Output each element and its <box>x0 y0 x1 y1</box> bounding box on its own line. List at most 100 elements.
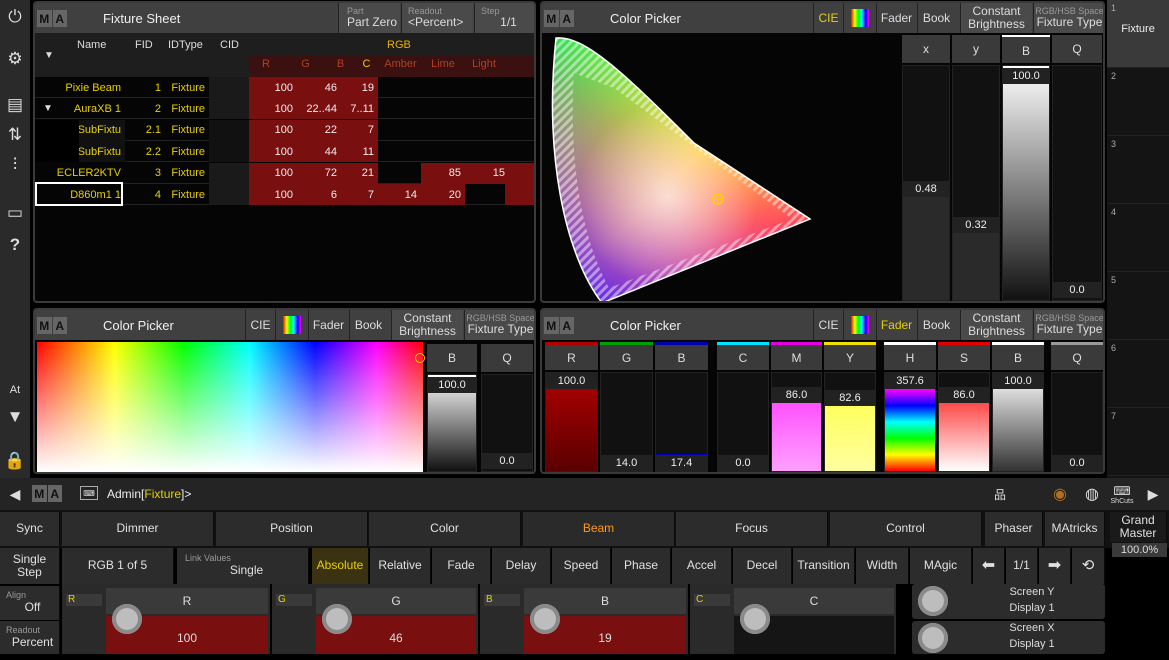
ma-logo[interactable]: MA <box>544 10 574 27</box>
mode-width[interactable]: Width <box>856 548 909 584</box>
colors-icon[interactable] <box>843 310 875 340</box>
fader-c[interactable]: 0.0 <box>717 372 769 472</box>
collapse-all-icon[interactable]: ▼ <box>39 47 59 63</box>
table-row[interactable]: Pixie Beam 1 Fixture 100 46 19 <box>35 77 534 98</box>
fader-y[interactable]: 82.6 <box>824 372 876 472</box>
screen-x-knob[interactable] <box>918 623 948 653</box>
slider-y[interactable]: 0.32 <box>952 65 1000 301</box>
readout-encoder-button[interactable]: Readout Percent <box>0 621 60 654</box>
page-left-arrow-icon[interactable]: ⬅ <box>973 548 1005 584</box>
rgb-feature-button[interactable]: RGB 1 of 5 <box>62 548 174 584</box>
subheader-light[interactable]: Light <box>465 58 503 70</box>
mode-speed[interactable]: Speed <box>552 548 611 584</box>
ma-logo[interactable]: MA <box>32 485 62 502</box>
part-button[interactable]: Part Part Zero <box>338 3 400 33</box>
feature-control[interactable]: Control <box>830 512 982 546</box>
expand-icon[interactable]: ▼ <box>41 101 55 115</box>
tab-book[interactable]: Book <box>917 3 955 33</box>
feature-dimmer[interactable]: Dimmer <box>62 512 214 546</box>
mode-accel[interactable]: Accel <box>672 548 732 584</box>
phaser-button[interactable]: Phaser <box>985 512 1043 546</box>
shortcuts-button[interactable]: ⌨ ShCuts <box>1108 480 1136 508</box>
feature-beam[interactable]: Beam <box>523 512 675 546</box>
fader-s[interactable]: 86.0 <box>938 372 990 472</box>
screen-x-encoder[interactable]: Screen X Display 1 <box>912 621 1105 654</box>
tune-icon[interactable]: ⫶ <box>0 150 30 180</box>
encoder-b[interactable]: B B 19 <box>480 584 688 654</box>
encoder-knob[interactable] <box>322 604 352 634</box>
slider-b[interactable]: 100.0 <box>427 374 477 472</box>
encoder-c[interactable]: CC <box>690 584 896 654</box>
constant-brightness-button[interactable]: Constant Brightness <box>960 310 1032 340</box>
constant-brightness-button[interactable]: Constant Brightness <box>960 3 1032 33</box>
fader-h[interactable]: 357.6 <box>884 372 936 472</box>
colors-icon[interactable] <box>843 3 875 33</box>
tab-book[interactable]: Book <box>349 310 387 340</box>
table-row[interactable]: ▼ AuraXB 1 2 Fixture 100 22..44 7..11 <box>35 98 534 120</box>
forward-arrow-icon[interactable]: ▶ <box>1142 484 1164 504</box>
align-button[interactable]: Align Off <box>0 586 60 620</box>
screen-y-knob[interactable] <box>918 586 948 616</box>
mode-magic[interactable]: MAgic <box>910 548 972 584</box>
filter-icon[interactable]: ▼ <box>0 402 30 432</box>
table-row[interactable]: SubFixtu 2.2 Fixture 100 44 11 <box>35 141 534 163</box>
fader-b[interactable]: 17.4 <box>655 372 708 472</box>
slider-x[interactable]: 0.48 <box>902 65 950 301</box>
executor-2[interactable]: 2 <box>1107 68 1169 136</box>
subheader-b[interactable]: B <box>328 58 353 70</box>
encoder-r[interactable]: R R 100 <box>62 584 270 654</box>
sync-button[interactable]: Sync <box>0 512 60 546</box>
executor-5[interactable]: 5 <box>1107 272 1169 340</box>
spectrum-cursor-icon[interactable] <box>415 353 425 363</box>
ma-logo[interactable]: MA <box>37 10 67 27</box>
ma-logo[interactable]: MA <box>37 317 67 334</box>
cie-diagram[interactable] <box>544 33 814 303</box>
feature-color[interactable]: Color <box>369 512 521 546</box>
executor-1[interactable]: 1 Fixture <box>1107 0 1169 68</box>
faders-icon[interactable]: ⇅ <box>0 120 30 150</box>
keyboard-icon[interactable]: ⌨ <box>80 486 98 500</box>
subheader-amber[interactable]: Amber <box>380 58 421 70</box>
col-header-idtype[interactable]: IDType <box>168 39 203 51</box>
mode-phase[interactable]: Phase <box>612 548 671 584</box>
tab-fader[interactable]: Fader <box>308 310 348 340</box>
tab-fader[interactable]: Fader <box>876 3 916 33</box>
constant-brightness-button[interactable]: Constant Brightness <box>391 310 463 340</box>
subheader-g[interactable]: G <box>283 58 328 70</box>
help-icon[interactable]: ? <box>0 230 30 260</box>
mode-transition[interactable]: Transition <box>793 548 855 584</box>
feature-focus[interactable]: Focus <box>676 512 828 546</box>
single-step-button[interactable]: Single Step <box>0 548 60 584</box>
table-row[interactable]: SubFixtu 2.1 Fixture 100 22 7 <box>35 119 534 141</box>
col-header-cid[interactable]: CID <box>220 39 239 51</box>
encoder-g[interactable]: G G 46 <box>272 584 478 654</box>
monitor-icon[interactable]: ▭ <box>0 198 30 228</box>
feature-position[interactable]: Position <box>216 512 368 546</box>
subheader-c[interactable]: C <box>353 58 380 70</box>
executor-3[interactable]: 3 <box>1107 136 1169 204</box>
mode-decel[interactable]: Decel <box>733 548 792 584</box>
slider-q[interactable]: 0.0 <box>481 374 533 472</box>
col-header-rgb[interactable]: RGB <box>387 39 411 51</box>
mode-absolute[interactable]: Absolute <box>312 548 369 584</box>
ma-logo[interactable]: MA <box>544 317 574 334</box>
encoder-knob[interactable] <box>112 604 142 634</box>
readout-button[interactable]: Readout <Percent> <box>401 3 473 33</box>
tab-cie[interactable]: CIE <box>813 3 843 33</box>
slider-q[interactable]: 0.0 <box>1052 65 1102 301</box>
network-icon[interactable]: 品 <box>990 484 1010 504</box>
tab-cie[interactable]: CIE <box>813 310 843 340</box>
mode-relative[interactable]: Relative <box>370 548 431 584</box>
slider-b[interactable]: 100.0 <box>1002 65 1050 301</box>
space-button[interactable]: RGB/HSB Space Fixture Type <box>1033 310 1103 340</box>
fader-b[interactable]: 100.0 <box>992 372 1044 472</box>
link-values-button[interactable]: Link Values Single <box>177 548 309 584</box>
spectrum-field[interactable] <box>37 342 423 472</box>
matricks-button[interactable]: MAtricks <box>1045 512 1105 546</box>
executor-4[interactable]: 4 <box>1107 204 1169 272</box>
grand-master-button[interactable]: Grand Master <box>1110 512 1167 542</box>
subheader-r[interactable]: R <box>249 58 283 70</box>
mode-fade[interactable]: Fade <box>432 548 491 584</box>
fader-q[interactable]: 0.0 <box>1051 372 1103 472</box>
command-line-input[interactable]: Admin[Fixture]> <box>107 487 191 501</box>
